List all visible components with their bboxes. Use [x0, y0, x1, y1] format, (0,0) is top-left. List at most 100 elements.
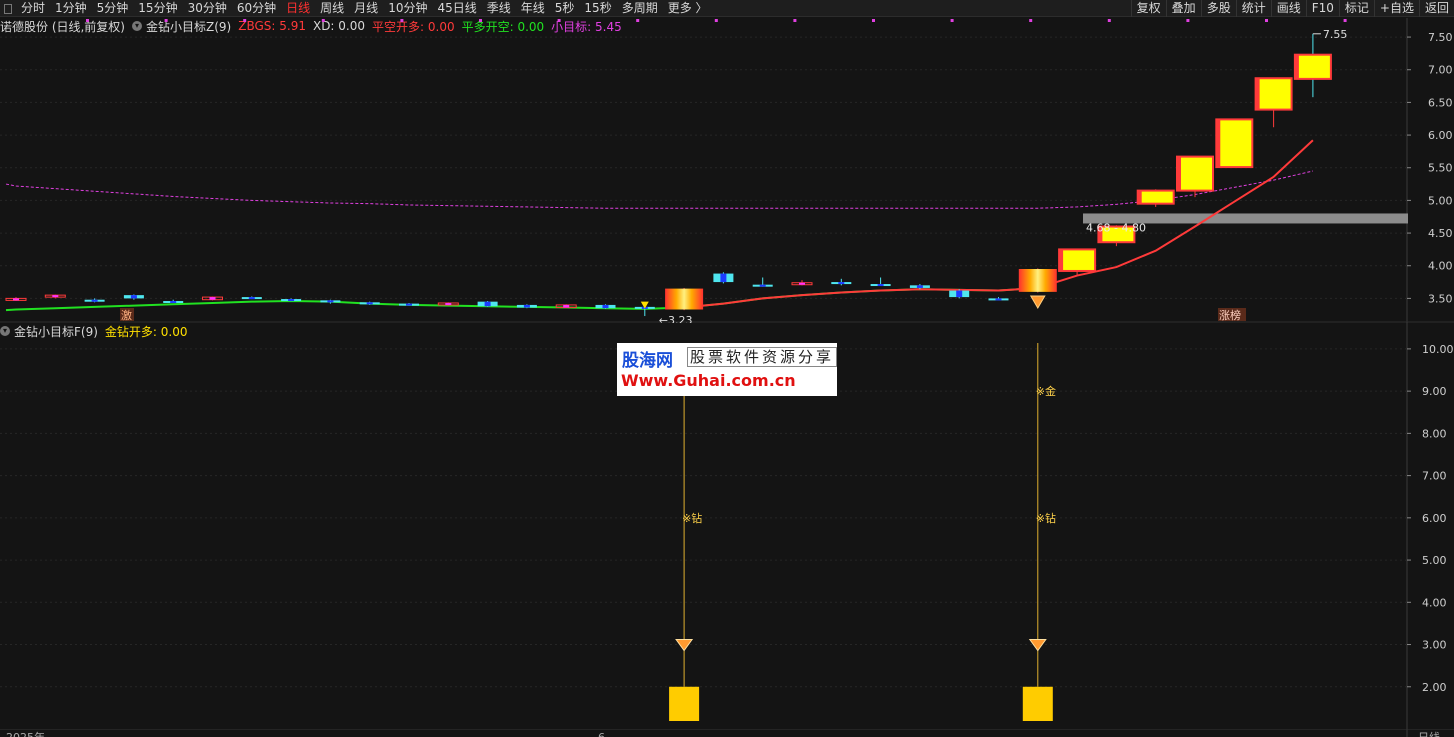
period-tab-0[interactable]: 分时	[16, 0, 50, 17]
toolbar-button-5[interactable]: F10	[1305, 0, 1339, 17]
period-tab-14[interactable]: 15秒	[579, 0, 616, 17]
lower-indicator-name[interactable]: 金钻小目标F(9)	[14, 323, 98, 340]
signal-dot	[714, 19, 718, 22]
toolbar-button-6[interactable]: 标记	[1338, 0, 1374, 17]
band-label: 4.68 - 4.80	[1086, 221, 1146, 234]
candle-core	[877, 284, 884, 287]
toolbar-buttons: 复权 叠加 多股 统计 画线 F10 标记 +自选 返回	[1130, 0, 1454, 17]
period-tabs: 分时 1分钟 5分钟 15分钟 30分钟 60分钟 日线 周线 月线 10分钟 45日线 季线 年线 5秒…	[0, 0, 713, 17]
toolbar-button-7[interactable]: +自选	[1373, 0, 1419, 17]
period-tab-11[interactable]: 季线	[482, 0, 516, 17]
upper-axis-label: 6.50	[1428, 96, 1453, 109]
diamond-icon	[1029, 295, 1046, 309]
lower-indicator-value: 金钻开多: 0.00	[104, 324, 188, 339]
diamond-signal-icon	[675, 639, 694, 652]
signal-dot	[793, 19, 797, 22]
candle-core	[720, 273, 727, 283]
limit-up-edge	[1216, 119, 1221, 168]
signal-dot	[1265, 19, 1268, 22]
upper-axis-label: 6.00	[1428, 129, 1453, 142]
candle-core	[170, 301, 177, 304]
candle-core	[327, 300, 334, 303]
period-toolbar: 分时 1分钟 5分钟 15分钟 30分钟 60分钟 日线 周线 月线 10分钟 45日线 季线 年线 5秒…	[0, 0, 1454, 17]
candle-core	[759, 284, 766, 287]
period-tab-10[interactable]: 45日线	[432, 0, 481, 17]
candle-core	[130, 295, 137, 299]
signal-jin: ※金	[1036, 384, 1056, 398]
signal-dot	[321, 19, 325, 22]
period-tab-13[interactable]: 5秒	[550, 0, 580, 17]
candle-core	[484, 301, 491, 307]
lower-axis-label: 4.00	[1422, 596, 1447, 609]
signal-dot	[1186, 19, 1190, 22]
period-tab-16[interactable]: 更多 〉	[663, 0, 713, 17]
logo-slogan: 股票软件资源分享	[687, 347, 837, 367]
toolbar-button-3[interactable]: 统计	[1235, 0, 1271, 17]
signal-dot	[164, 19, 168, 22]
candle-core	[445, 302, 452, 305]
diamond-signal-icon	[1028, 639, 1047, 652]
candle-core	[602, 304, 609, 309]
upper-axis-label: 4.00	[1428, 260, 1453, 273]
lower-panel-header: ▾ 金钻小目标F(9) 金钻开多: 0.00	[0, 322, 194, 340]
limit-up-edge	[1177, 156, 1181, 191]
toolbar-button-2[interactable]: 多股	[1200, 0, 1236, 17]
period-label: 日线	[1418, 730, 1440, 737]
toolbar-button-0[interactable]: 复权	[1130, 0, 1166, 17]
period-tab-5[interactable]: 60分钟	[232, 0, 281, 17]
guhai-logo: 股海网 股票软件资源分享 Www.Guhai.com.cn	[617, 343, 837, 396]
toolbar-button-4[interactable]: 画线	[1270, 0, 1306, 17]
signal-dot	[872, 19, 875, 22]
signal-dot	[1107, 19, 1111, 22]
period-tab-9[interactable]: 10分钟	[383, 0, 432, 17]
signal-zuan: ※钻	[1036, 511, 1056, 525]
period-tab-8[interactable]: 月线	[349, 0, 383, 17]
period-tab-2[interactable]: 5分钟	[92, 0, 134, 17]
period-tab-4[interactable]: 30分钟	[183, 0, 232, 17]
lower-axis-label: 7.00	[1422, 470, 1447, 483]
limit-up-edge	[1137, 190, 1142, 204]
signal-dot	[479, 19, 482, 22]
period-tab-7[interactable]: 周线	[315, 0, 349, 17]
period-tab-1[interactable]: 1分钟	[50, 0, 92, 17]
tag-right: 涨榜	[1219, 308, 1241, 322]
signal-dot	[243, 19, 247, 22]
upper-axis-label: 5.50	[1428, 162, 1453, 175]
candle-core	[956, 290, 963, 298]
toolbar-grip-icon[interactable]	[4, 3, 12, 14]
candle-core	[916, 285, 923, 288]
period-tab-12[interactable]: 年线	[516, 0, 550, 17]
lower-axis-label: 10.00	[1422, 343, 1454, 356]
period-tab-3[interactable]: 15分钟	[133, 0, 182, 17]
signal-dot	[1029, 19, 1033, 22]
lower-axis-label: 3.00	[1422, 639, 1447, 652]
lower-axis-label: 2.00	[1422, 681, 1447, 694]
price-chart[interactable]: 7.50 7.00 6.50 6.00 5.50 5.00 4.50 4.00 3.50 7.55…	[0, 18, 1454, 323]
candle-core	[248, 297, 255, 300]
logo-name: 股海网	[622, 351, 673, 371]
limit-up-candle	[1215, 118, 1254, 169]
lower-axis-label: 8.00	[1422, 427, 1447, 440]
period-tab-15[interactable]: 多周期	[617, 0, 663, 17]
lower-axis-label: 5.00	[1422, 554, 1447, 567]
toolbar-button-1[interactable]: 叠加	[1165, 0, 1201, 17]
upper-axis-label: 4.50	[1428, 227, 1453, 240]
target-line	[5, 170, 1314, 209]
upper-axis-label: 7.00	[1428, 64, 1453, 77]
signal-bar	[1022, 686, 1053, 721]
signal-dot	[86, 19, 89, 22]
candle-core	[13, 298, 19, 301]
limit-up-candle	[1136, 189, 1175, 205]
upper-axis-label: 5.00	[1428, 194, 1453, 207]
candle-core	[288, 299, 295, 302]
tag-left: 激	[121, 308, 132, 322]
period-tab-6[interactable]: 日线	[281, 0, 315, 17]
lower-indicator-menu-icon[interactable]: ▾	[0, 326, 10, 336]
signal-dot	[950, 19, 954, 22]
candle-core	[563, 304, 570, 308]
signal-dot	[636, 19, 640, 22]
toolbar-button-8[interactable]: 返回	[1418, 0, 1454, 17]
month-label: 6	[598, 731, 605, 737]
signal-dot	[557, 19, 561, 22]
limit-up-candle	[1293, 53, 1332, 80]
